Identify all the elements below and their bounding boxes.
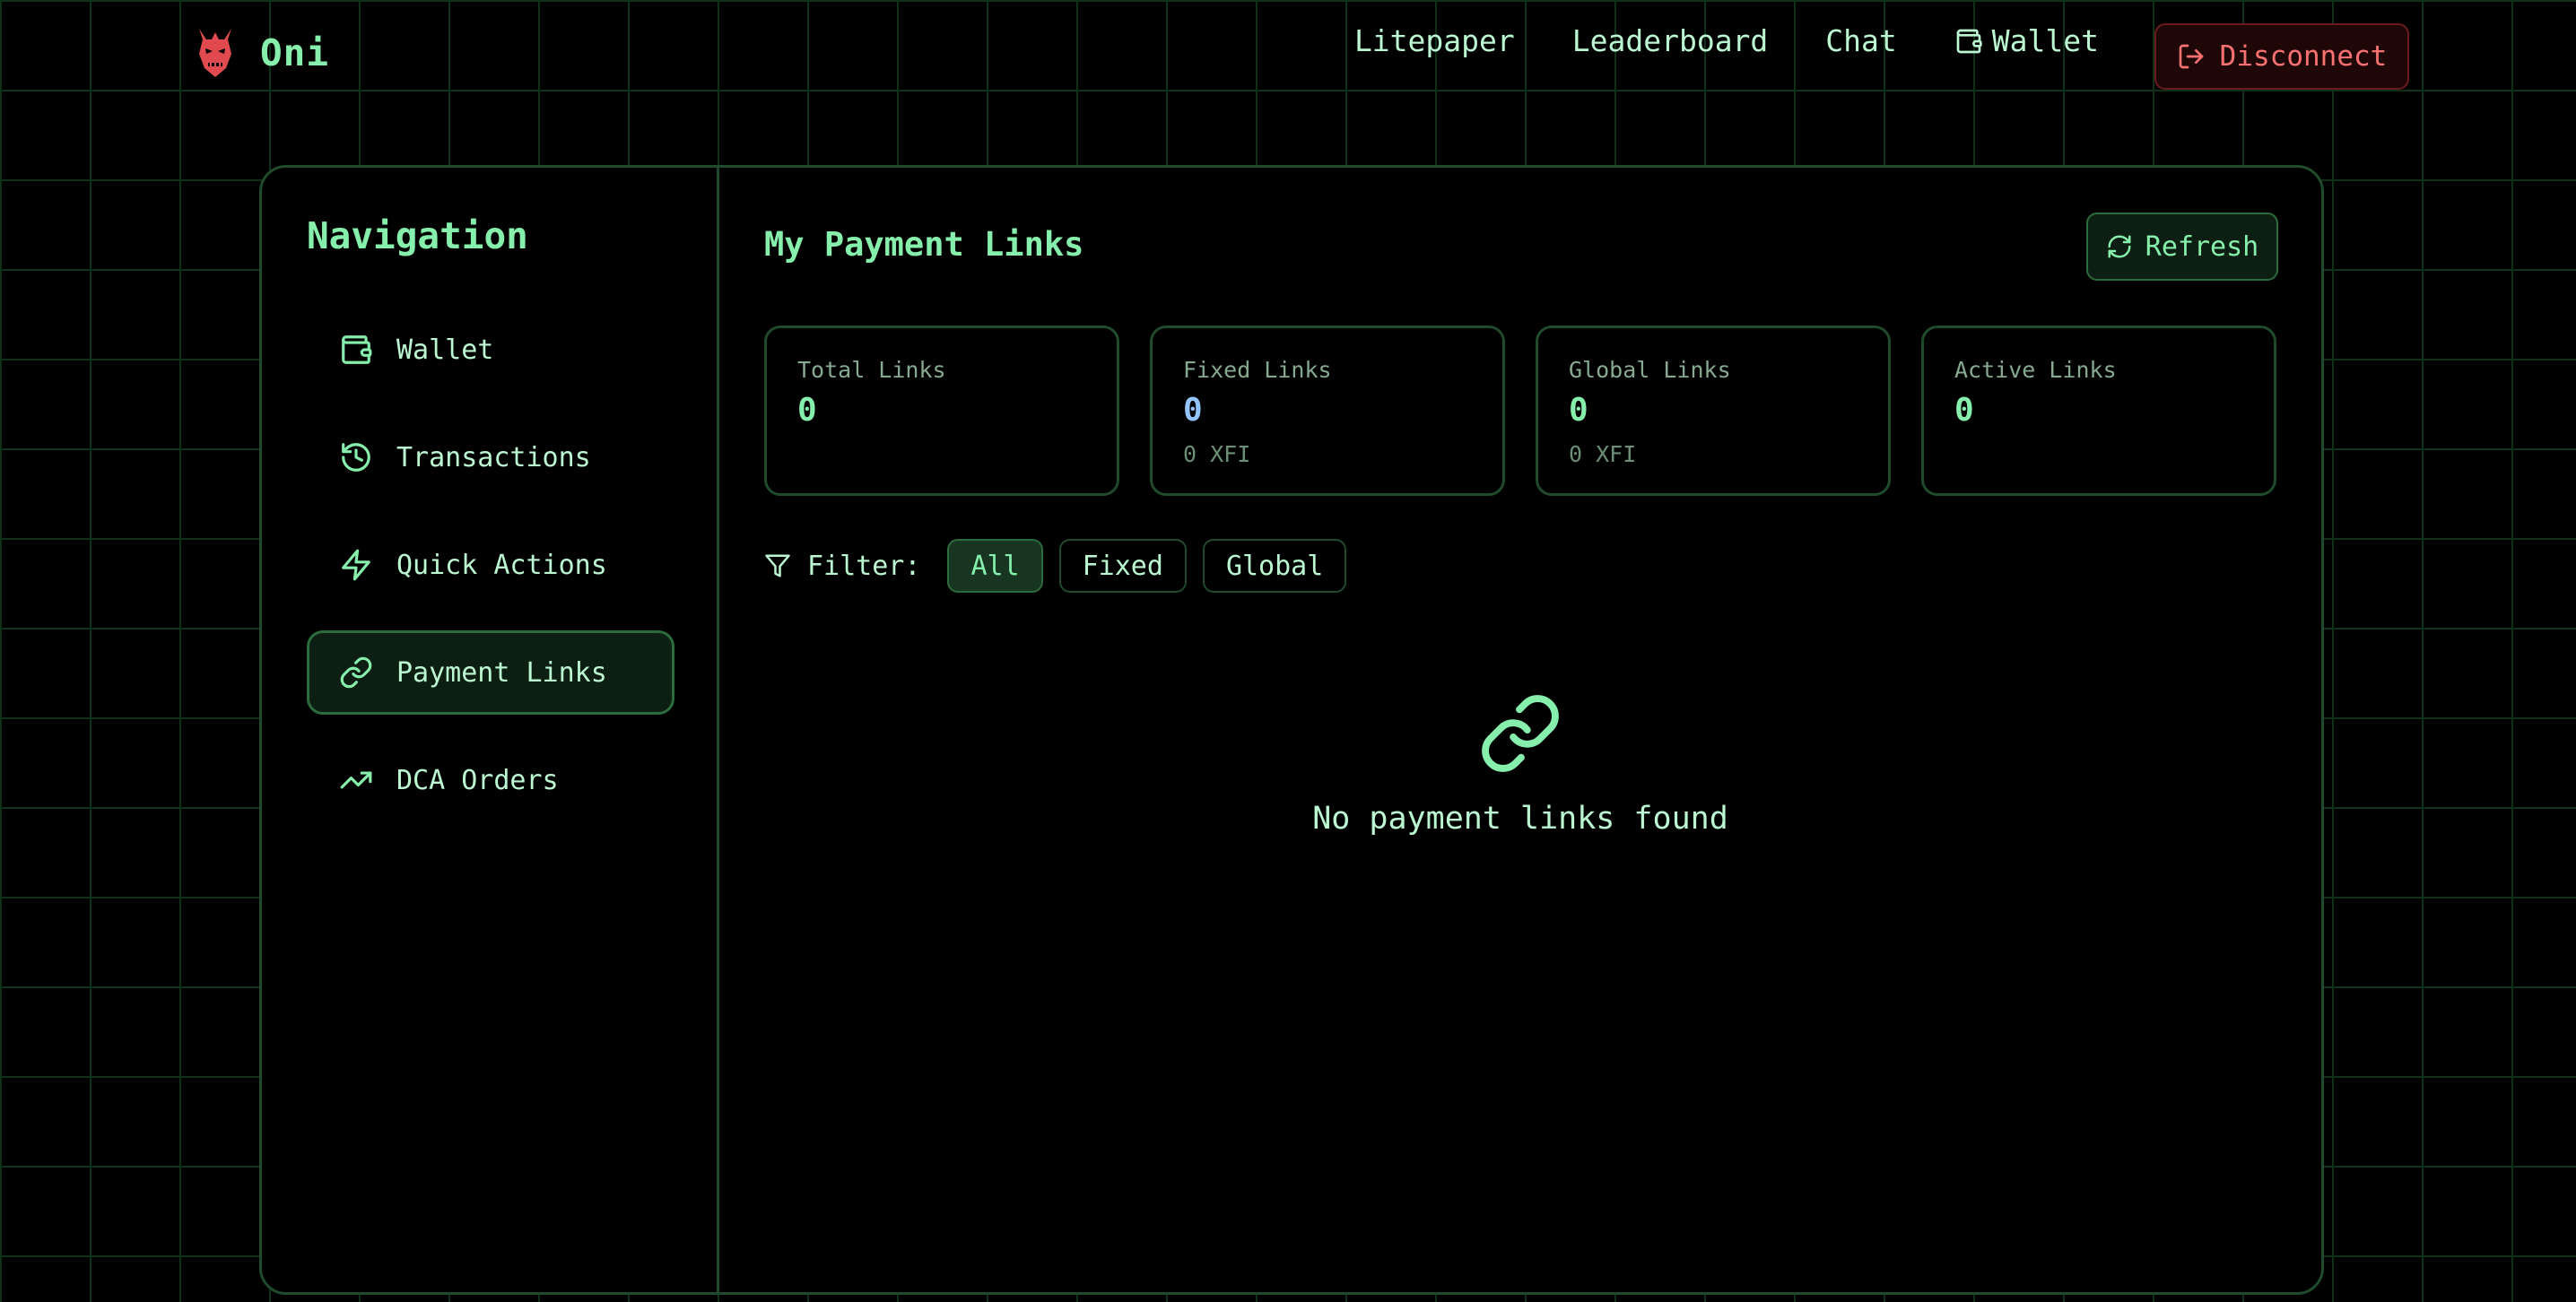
- top-navbar: Oni Litepaper Leaderboard Chat Wallet Di…: [0, 0, 2576, 113]
- log-out-icon: [2179, 44, 2204, 69]
- disconnect-label: Disconnect: [2219, 40, 2388, 73]
- sidebar-item-wallet[interactable]: Wallet: [307, 308, 674, 392]
- link-icon: [1482, 695, 1559, 772]
- brand[interactable]: Oni: [196, 27, 329, 79]
- stat-sub-amount: 0 XFI: [1569, 441, 1637, 467]
- stat-card-total-links: Total Links 0: [764, 326, 1119, 496]
- filter-bar: Filter: All Fixed Global: [764, 539, 1347, 593]
- filter-chip-all[interactable]: All: [947, 539, 1043, 593]
- stat-value: 0: [797, 392, 817, 429]
- nav-link-leaderboard[interactable]: Leaderboard: [1572, 23, 1769, 58]
- link-icon: [340, 656, 372, 689]
- sidebar-item-label: DCA Orders: [396, 764, 559, 796]
- stat-label: Total Links: [797, 357, 946, 383]
- sidebar-item-label: Payment Links: [396, 656, 607, 689]
- nav-link-litepaper[interactable]: Litepaper: [1354, 23, 1515, 58]
- refresh-label: Refresh: [2145, 230, 2259, 263]
- brand-name: Oni: [260, 31, 330, 74]
- nav-links: Litepaper Leaderboard Chat Wallet: [1354, 23, 2099, 58]
- payment-links-panel: My Payment Links Refresh Total Links 0 F…: [719, 168, 2321, 1292]
- empty-state-text: No payment links found: [1312, 801, 1728, 837]
- refresh-icon: [2108, 235, 2131, 258]
- sidebar-item-dca-orders[interactable]: DCA Orders: [307, 738, 674, 822]
- dashboard-card: Navigation Wallet Transactions Quick Act…: [259, 165, 2324, 1295]
- empty-state: No payment links found: [719, 691, 2321, 837]
- nav-link-wallet-label: Wallet: [1991, 23, 2099, 58]
- nav-link-wallet[interactable]: Wallet: [1954, 23, 2099, 58]
- filter-chip-global[interactable]: Global: [1202, 539, 1347, 593]
- stat-card-fixed-links: Fixed Links 0 0 XFI: [1150, 326, 1505, 496]
- refresh-button[interactable]: Refresh: [2086, 213, 2278, 281]
- sidebar: Navigation Wallet Transactions Quick Act…: [262, 168, 719, 1292]
- filter-icon: [765, 554, 790, 577]
- page-title: My Payment Links: [764, 225, 1084, 264]
- filter-chip-fixed[interactable]: Fixed: [1058, 539, 1187, 593]
- stat-sub-amount: 0 XFI: [1183, 441, 1251, 467]
- sidebar-item-quick-actions[interactable]: Quick Actions: [307, 523, 674, 607]
- nav-link-chat[interactable]: Chat: [1825, 23, 1896, 58]
- wallet-icon: [342, 335, 372, 364]
- stat-label: Global Links: [1569, 357, 1731, 383]
- disconnect-button[interactable]: Disconnect: [2154, 23, 2409, 90]
- sidebar-item-label: Quick Actions: [396, 549, 607, 581]
- filter-label: Filter:: [807, 550, 921, 582]
- oni-mask-icon: [199, 29, 231, 77]
- stat-label: Active Links: [1954, 357, 2117, 383]
- stat-card-active-links: Active Links 0: [1921, 326, 2276, 496]
- trending-up-icon: [340, 771, 372, 789]
- sidebar-item-payment-links[interactable]: Payment Links: [307, 630, 674, 715]
- wallet-icon: [1956, 29, 1982, 53]
- stat-value: 0: [1569, 392, 1588, 429]
- sidebar-item-label: Transactions: [396, 441, 591, 473]
- stat-label: Fixed Links: [1183, 357, 1332, 383]
- history-icon: [342, 443, 370, 472]
- sidebar-item-transactions[interactable]: Transactions: [307, 415, 674, 499]
- app-page: Oni Litepaper Leaderboard Chat Wallet Di…: [0, 0, 2576, 1302]
- stat-value: 0: [1954, 392, 1974, 429]
- stat-card-global-links: Global Links 0 0 XFI: [1536, 326, 1891, 496]
- lightning-icon: [342, 549, 370, 581]
- sidebar-item-label: Wallet: [396, 334, 494, 366]
- stats-row: Total Links 0 Fixed Links 0 0 XFI Global…: [764, 326, 2276, 496]
- stat-value: 0: [1183, 392, 1203, 429]
- sidebar-title: Navigation: [307, 214, 528, 257]
